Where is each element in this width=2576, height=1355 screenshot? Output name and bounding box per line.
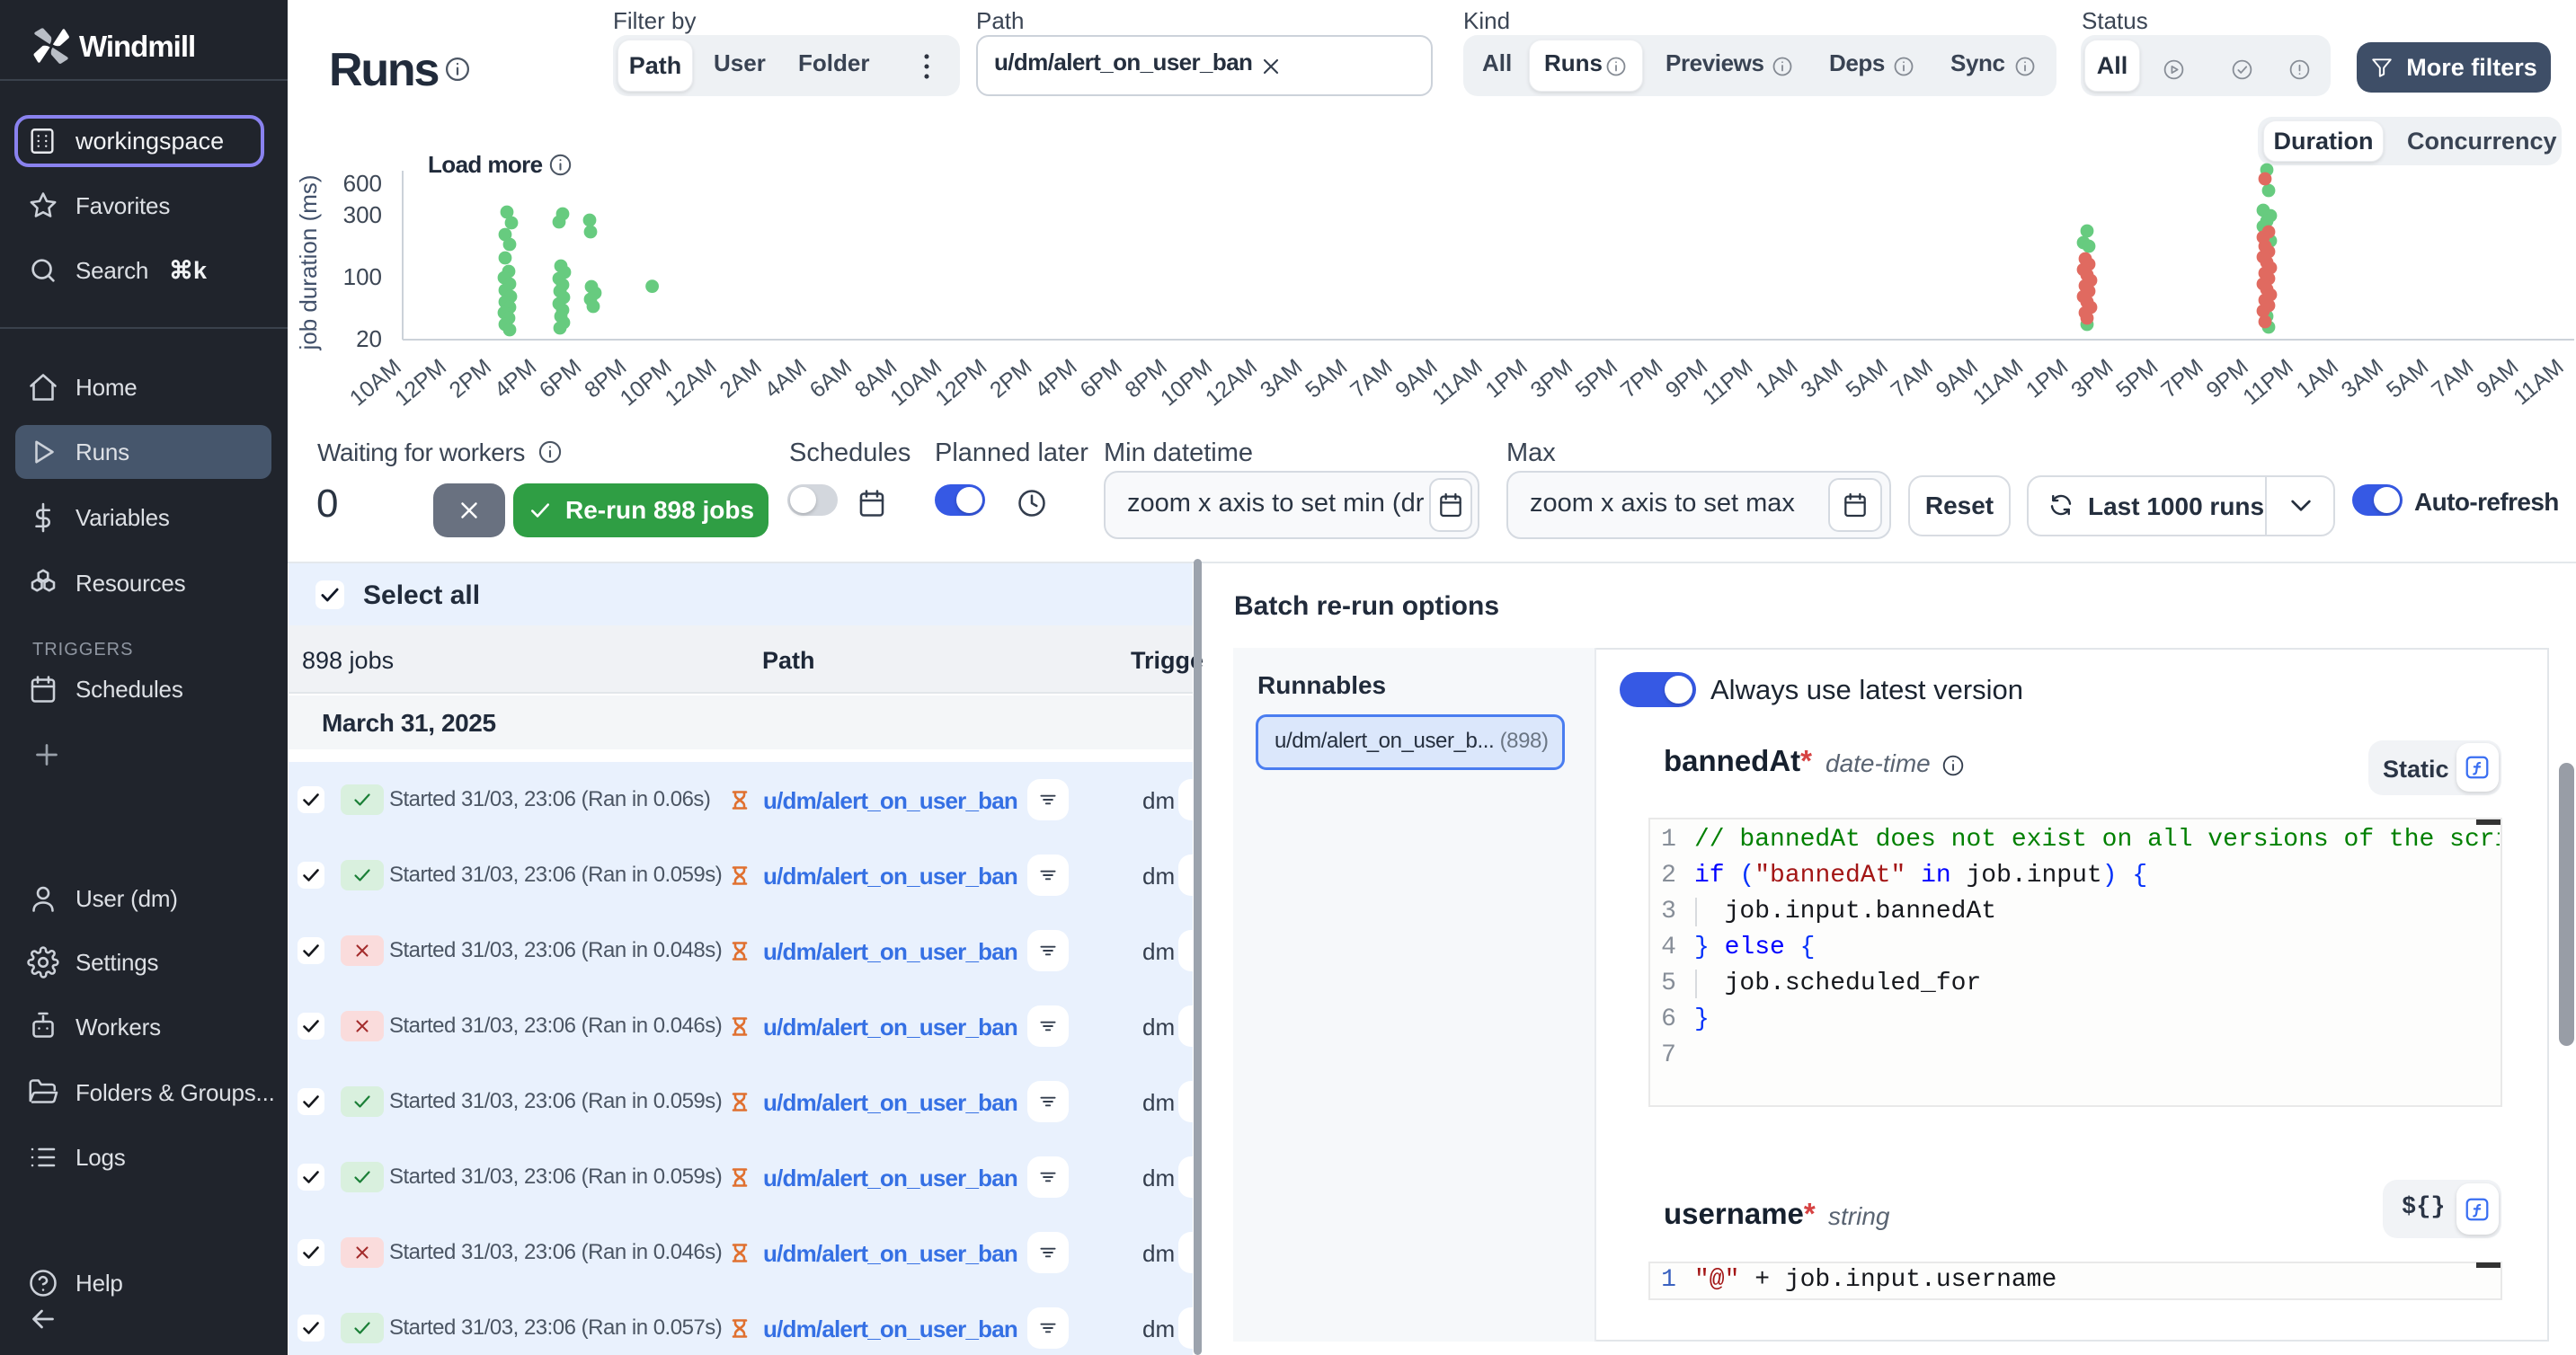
- svg-text:1AM: 1AM: [2292, 354, 2343, 403]
- svg-text:5PM: 5PM: [1571, 354, 1622, 403]
- svg-text:12PM: 12PM: [390, 354, 451, 411]
- svg-text:4AM: 4AM: [759, 354, 811, 403]
- svg-text:10PM: 10PM: [1156, 354, 1217, 411]
- svg-text:6AM: 6AM: [805, 354, 857, 403]
- svg-text:2PM: 2PM: [445, 354, 496, 403]
- svg-text:3AM: 3AM: [1256, 354, 1307, 403]
- svg-text:1PM: 1PM: [1480, 354, 1532, 403]
- svg-text:2PM: 2PM: [985, 354, 1036, 403]
- svg-text:12AM: 12AM: [1201, 354, 1262, 411]
- svg-text:11AM: 11AM: [2509, 354, 2569, 410]
- svg-text:600: 600: [343, 170, 382, 197]
- svg-text:5AM: 5AM: [2382, 354, 2433, 403]
- svg-text:10AM: 10AM: [885, 354, 946, 411]
- svg-text:20: 20: [356, 325, 382, 352]
- svg-text:7PM: 7PM: [1616, 354, 1667, 403]
- svg-text:11AM: 11AM: [1427, 354, 1488, 410]
- svg-text:job duration (ms): job duration (ms): [295, 174, 322, 350]
- svg-text:7AM: 7AM: [1886, 354, 1937, 403]
- svg-text:11PM: 11PM: [2238, 354, 2298, 410]
- svg-text:2AM: 2AM: [715, 354, 766, 403]
- svg-text:3PM: 3PM: [1526, 354, 1577, 403]
- svg-text:11AM: 11AM: [1968, 354, 2029, 410]
- svg-text:7AM: 7AM: [1346, 354, 1397, 403]
- svg-text:3AM: 3AM: [1796, 354, 1847, 403]
- svg-text:3PM: 3PM: [2066, 354, 2118, 403]
- svg-text:1PM: 1PM: [2021, 354, 2073, 403]
- svg-text:5AM: 5AM: [1301, 354, 1352, 403]
- svg-text:1AM: 1AM: [1751, 354, 1802, 403]
- svg-text:4PM: 4PM: [490, 354, 541, 403]
- svg-text:11PM: 11PM: [1698, 354, 1758, 410]
- svg-text:300: 300: [343, 201, 382, 228]
- svg-text:3AM: 3AM: [2337, 354, 2388, 403]
- svg-text:5PM: 5PM: [2111, 354, 2163, 403]
- svg-text:7AM: 7AM: [2427, 354, 2478, 403]
- svg-text:7PM: 7PM: [2156, 354, 2207, 403]
- svg-text:10AM: 10AM: [345, 354, 406, 411]
- svg-text:12AM: 12AM: [661, 354, 722, 411]
- svg-text:100: 100: [343, 263, 382, 290]
- svg-text:10PM: 10PM: [616, 354, 677, 411]
- svg-text:12PM: 12PM: [930, 354, 991, 411]
- svg-text:6PM: 6PM: [1075, 354, 1126, 403]
- svg-text:4PM: 4PM: [1030, 354, 1081, 403]
- svg-text:5AM: 5AM: [1841, 354, 1892, 403]
- svg-text:6PM: 6PM: [535, 354, 586, 403]
